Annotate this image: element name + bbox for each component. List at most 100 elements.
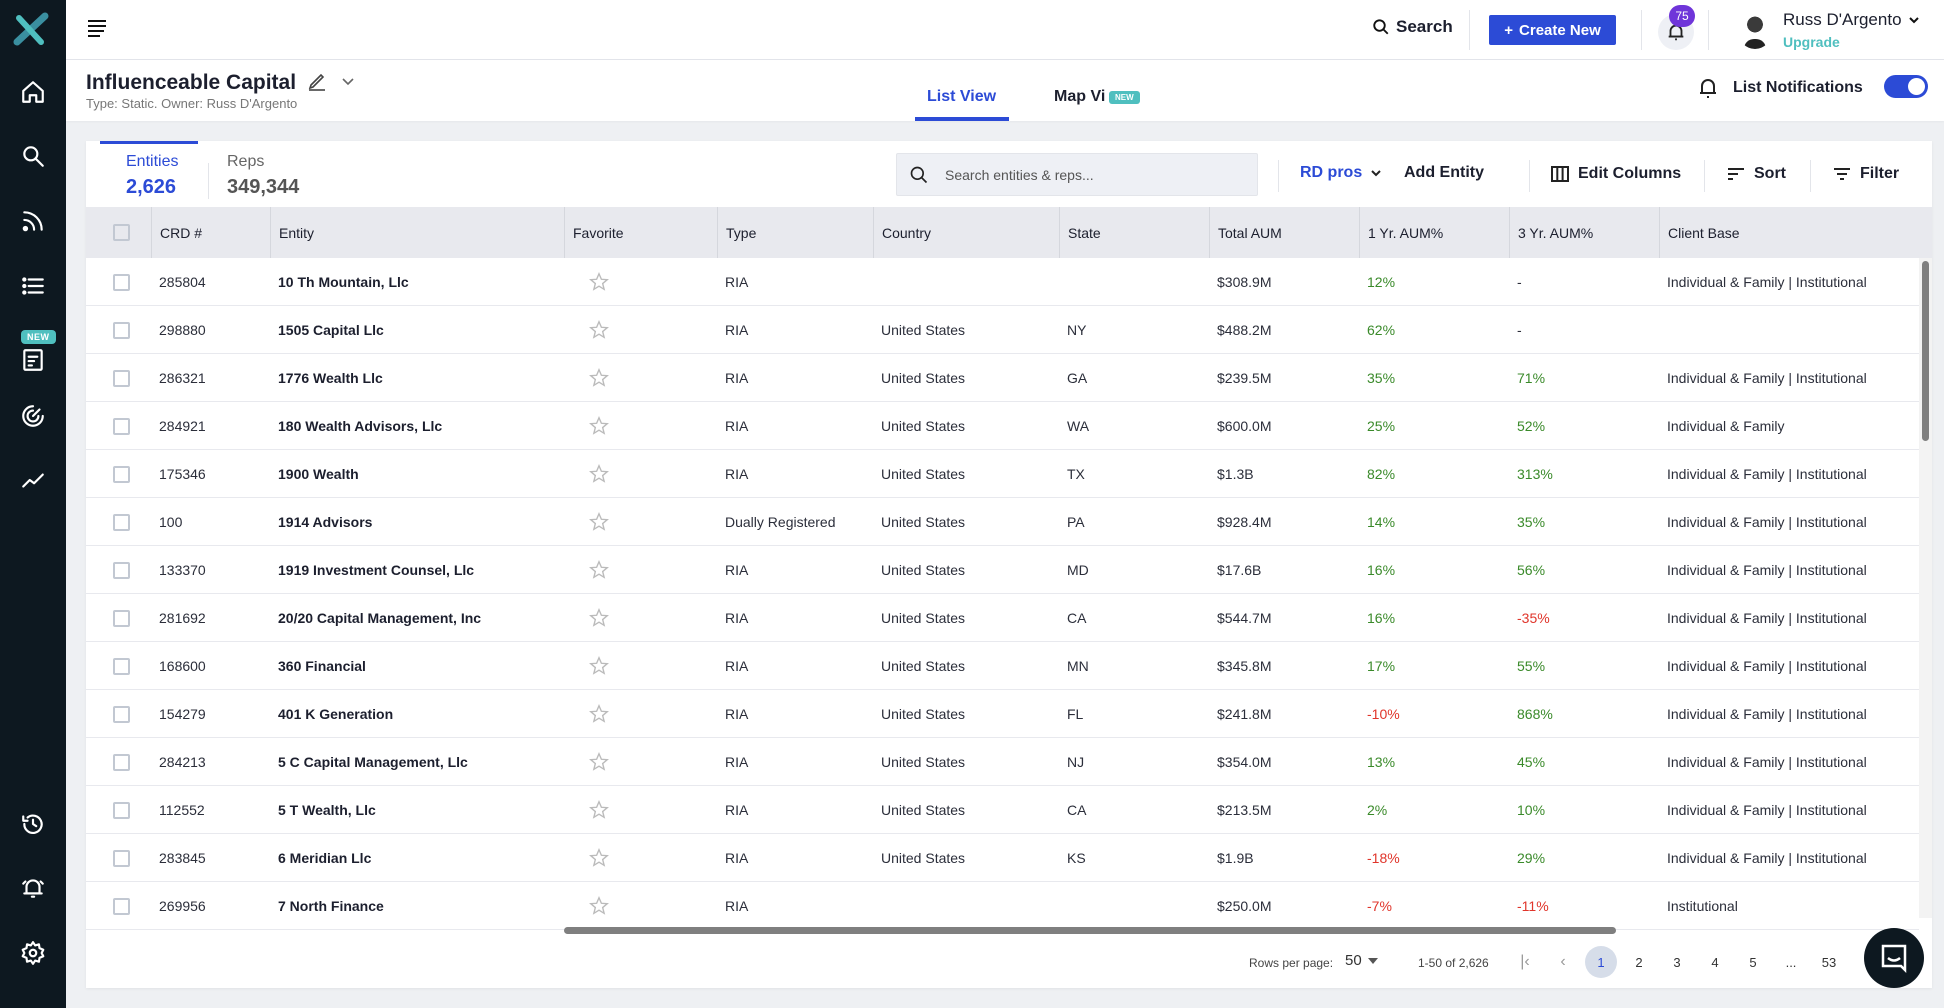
star-icon[interactable]: [588, 703, 610, 725]
row-checkbox[interactable]: [113, 897, 130, 915]
entity-name[interactable]: 5 T Wealth, Llc: [270, 786, 564, 834]
row-checkbox[interactable]: [113, 561, 130, 579]
sidebar-item-search[interactable]: [15, 138, 51, 174]
avatar[interactable]: [1738, 13, 1772, 49]
column-header-3yr-aum[interactable]: 3 Yr. AUM%: [1509, 207, 1659, 258]
sort-button[interactable]: Sort: [1726, 164, 1786, 184]
entity-name[interactable]: 1900 Wealth: [270, 450, 564, 498]
star-icon[interactable]: [588, 415, 610, 437]
table-row[interactable]: 284213 5 C Capital Management, Llc RIA Unit…: [86, 738, 1919, 786]
global-search-button[interactable]: Search: [1372, 17, 1453, 37]
sidebar-item-feed[interactable]: [15, 203, 51, 239]
page-button[interactable]: 4: [1699, 946, 1731, 978]
pencil-icon[interactable]: [306, 70, 328, 92]
chevron-down-icon[interactable]: [340, 73, 356, 89]
sidebar-item-analytics[interactable]: [15, 462, 51, 498]
star-icon[interactable]: [588, 607, 610, 629]
entity-name[interactable]: 6 Meridian Llc: [270, 834, 564, 882]
entity-name[interactable]: 20/20 Capital Management, Inc: [270, 594, 564, 642]
star-icon[interactable]: [588, 511, 610, 533]
entity-search-input[interactable]: [945, 166, 1235, 183]
column-header-favorite[interactable]: Favorite: [564, 207, 717, 258]
sidebar-item-alerts[interactable]: [15, 870, 51, 906]
column-header-state[interactable]: State: [1059, 207, 1209, 258]
star-icon[interactable]: [588, 847, 610, 869]
table-row[interactable]: 283845 6 Meridian Llc RIA United States KS $1…: [86, 834, 1919, 882]
page-button[interactable]: 2: [1623, 946, 1655, 978]
horizontal-scrollbar[interactable]: [564, 927, 1616, 934]
row-checkbox[interactable]: [113, 417, 130, 435]
star-icon[interactable]: [588, 367, 610, 389]
sidebar-item-reports[interactable]: [15, 342, 51, 378]
row-checkbox[interactable]: [113, 753, 130, 771]
table-row[interactable]: 154279 401 K Generation RIA United States FL…: [86, 690, 1919, 738]
tab-list-view[interactable]: List View: [927, 88, 996, 106]
row-checkbox[interactable]: [113, 705, 130, 723]
row-checkbox[interactable]: [113, 609, 130, 627]
row-checkbox[interactable]: [113, 849, 130, 867]
table-row[interactable]: 285804 10 Th Mountain, Llc RIA $308.9M 12% - I…: [86, 258, 1919, 306]
sidebar-item-settings[interactable]: [15, 935, 51, 971]
table-row[interactable]: 112552 5 T Wealth, Llc RIA United States CA $…: [86, 786, 1919, 834]
create-new-button[interactable]: + Create New: [1489, 15, 1616, 45]
chat-button[interactable]: [1864, 928, 1924, 988]
row-checkbox[interactable]: [113, 321, 130, 339]
column-header-entity[interactable]: Entity: [270, 207, 564, 258]
list-notifications-toggle[interactable]: [1884, 75, 1928, 98]
row-checkbox[interactable]: [113, 369, 130, 387]
sidebar-item-history[interactable]: [15, 806, 51, 842]
upgrade-link[interactable]: Upgrade: [1783, 34, 1840, 50]
page-button[interactable]: 1: [1585, 946, 1617, 978]
star-icon[interactable]: [588, 559, 610, 581]
table-row[interactable]: 281692 20/20 Capital Management, Inc RIA Un…: [86, 594, 1919, 642]
rows-per-page-select[interactable]: 50: [1345, 952, 1378, 969]
sidebar-item-home[interactable]: [15, 74, 51, 110]
entity-name[interactable]: 1505 Capital Llc: [270, 306, 564, 354]
row-checkbox[interactable]: [113, 801, 130, 819]
column-header-client-base[interactable]: Client Base: [1659, 207, 1932, 258]
rd-pros-dropdown[interactable]: RD pros: [1300, 164, 1382, 182]
app-logo[interactable]: [13, 12, 51, 46]
entity-name[interactable]: 401 K Generation: [270, 690, 564, 738]
table-row[interactable]: 298880 1505 Capital Llc RIA United States NY…: [86, 306, 1919, 354]
page-button[interactable]: 3: [1661, 946, 1693, 978]
star-icon[interactable]: [588, 655, 610, 677]
menu-icon[interactable]: [88, 20, 106, 37]
column-header-country[interactable]: Country: [873, 207, 1059, 258]
page-button[interactable]: 53: [1813, 946, 1845, 978]
entity-name[interactable]: 5 C Capital Management, Llc: [270, 738, 564, 786]
page-button[interactable]: 5: [1737, 946, 1769, 978]
table-row[interactable]: 269956 7 North Finance RIA $250.0M -7% -11% In…: [86, 882, 1919, 930]
entity-name[interactable]: 1776 Wealth Llc: [270, 354, 564, 402]
star-icon[interactable]: [588, 895, 610, 917]
previous-page-button[interactable]: ‹: [1547, 946, 1579, 978]
row-checkbox[interactable]: [113, 465, 130, 483]
column-header-crd[interactable]: CRD #: [151, 207, 270, 258]
table-row[interactable]: 168600 360 Financial RIA United States MN $34…: [86, 642, 1919, 690]
star-icon[interactable]: [588, 319, 610, 341]
user-menu[interactable]: Russ D'Argento: [1783, 10, 1920, 30]
table-row[interactable]: 133370 1919 Investment Counsel, Llc RIA Uni…: [86, 546, 1919, 594]
row-checkbox[interactable]: [113, 513, 130, 531]
entity-name[interactable]: 7 North Finance: [270, 882, 564, 930]
entity-name[interactable]: 1919 Investment Counsel, Llc: [270, 546, 564, 594]
vertical-scrollbar-thumb[interactable]: [1922, 261, 1929, 441]
add-entity-button[interactable]: Add Entity: [1404, 164, 1484, 182]
column-header-1yr-aum[interactable]: 1 Yr. AUM%: [1359, 207, 1509, 258]
row-checkbox[interactable]: [113, 273, 130, 291]
entity-name[interactable]: 360 Financial: [270, 642, 564, 690]
sidebar-item-lists[interactable]: [15, 268, 51, 304]
row-checkbox[interactable]: [113, 657, 130, 675]
table-row[interactable]: 175346 1900 Wealth RIA United States TX $1.3B…: [86, 450, 1919, 498]
filter-button[interactable]: Filter: [1832, 164, 1899, 184]
first-page-button[interactable]: |‹: [1509, 946, 1541, 978]
star-icon[interactable]: [588, 751, 610, 773]
tab-map-view[interactable]: Map Vi: [1054, 88, 1105, 106]
star-icon[interactable]: [588, 271, 610, 293]
entity-name[interactable]: 1914 Advisors: [270, 498, 564, 546]
table-row[interactable]: 100 1914 Advisors Dually Registered United …: [86, 498, 1919, 546]
sidebar-item-radar[interactable]: [15, 398, 51, 434]
entity-name[interactable]: 10 Th Mountain, Llc: [270, 258, 564, 306]
select-all-checkbox[interactable]: [113, 224, 130, 241]
star-icon[interactable]: [588, 463, 610, 485]
